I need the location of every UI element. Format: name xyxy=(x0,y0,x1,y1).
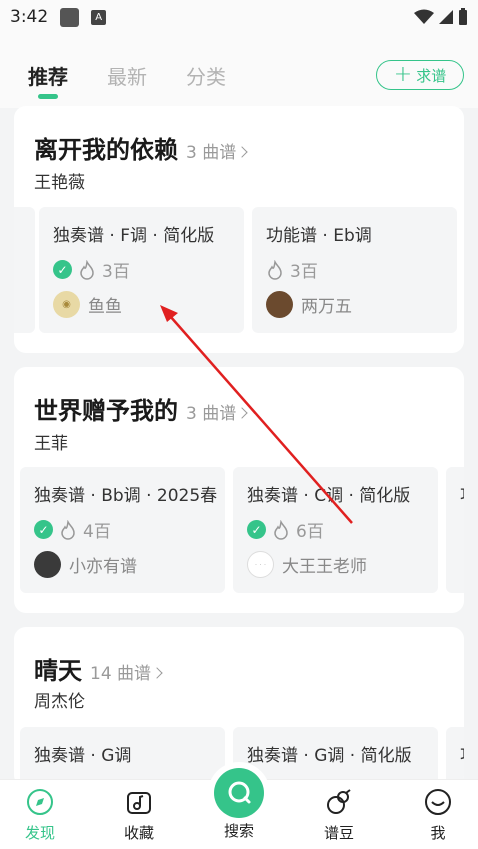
nav-discover[interactable]: 发现 xyxy=(10,788,70,843)
sheet-heat: 3百 xyxy=(102,262,130,282)
sheet-card[interactable] xyxy=(14,207,35,333)
battery-icon xyxy=(459,8,467,25)
sheet-author[interactable]: 两万五 xyxy=(266,291,352,318)
sheet-author[interactable]: · · · 大王王老师 xyxy=(247,551,367,578)
song-artist: 王艳薇 xyxy=(34,173,85,193)
wifi-icon xyxy=(414,9,434,24)
smile-icon xyxy=(425,789,451,815)
music-note-icon xyxy=(127,792,151,814)
nav-label: 谱豆 xyxy=(323,824,354,842)
chevron-right-icon xyxy=(151,667,163,679)
status-indicators xyxy=(414,8,468,26)
sheet-card[interactable]: 功 xyxy=(446,467,464,593)
song-title[interactable]: 晴天 14 曲谱 xyxy=(34,651,163,686)
song-title[interactable]: 离开我的依赖 3 曲谱 xyxy=(34,130,248,165)
sheet-count: 3 曲谱 xyxy=(186,143,237,163)
author-name: 鱼鱼 xyxy=(88,297,122,317)
nav-me[interactable]: 我 xyxy=(408,788,468,843)
avatar: · · · xyxy=(247,551,274,578)
sheet-meta: ✓ 3百 xyxy=(53,257,130,282)
song-title-text: 离开我的依赖 xyxy=(34,136,178,164)
avatar xyxy=(266,291,293,318)
chevron-right-icon xyxy=(236,146,248,158)
signal-icon xyxy=(439,10,453,24)
verified-check-icon: ✓ xyxy=(53,260,72,279)
sheet-card[interactable]: 功能谱 · Eb调 3百 两万五 xyxy=(252,207,457,333)
tab-category[interactable]: 分类 xyxy=(186,61,226,90)
song-card[interactable]: 离开我的依赖 3 曲谱 王艳薇 独奏谱 · F调 · 简化版 ✓ 3百 ◉ 鱼鱼 … xyxy=(14,106,464,353)
song-artist: 周杰伦 xyxy=(34,692,85,712)
song-artist: 王菲 xyxy=(34,434,68,454)
verified-check-icon: ✓ xyxy=(34,520,53,539)
sheet-title: 功能谱 · Eb调 xyxy=(266,226,372,246)
song-card[interactable]: 晴天 14 曲谱 周杰伦 独奏谱 · G调 独奏谱 · G调 · 简化版 功 xyxy=(14,627,464,787)
nav-label-search: 搜索 xyxy=(223,822,254,840)
app-notification-icon: A xyxy=(91,9,107,25)
top-tab-bar: 推荐 最新 分类 + 求谱 xyxy=(0,34,478,108)
verified-check-icon: ✓ xyxy=(247,520,266,539)
author-name: 小亦有谱 xyxy=(69,557,137,577)
sheet-card[interactable]: 独奏谱 · G调 · 简化版 xyxy=(233,727,438,787)
flame-icon xyxy=(80,259,94,280)
tab-recommended[interactable]: 推荐 xyxy=(28,61,68,90)
sheet-title: 独奏谱 · F调 · 简化版 xyxy=(53,226,215,246)
nav-label: 我 xyxy=(430,824,446,842)
nav-label: 发现 xyxy=(24,824,55,842)
search-button[interactable] xyxy=(214,768,264,818)
notification-icon xyxy=(60,7,80,27)
chevron-right-icon xyxy=(236,407,248,419)
sheet-author[interactable]: ◉ 鱼鱼 xyxy=(53,291,122,318)
flame-icon xyxy=(268,259,282,280)
sheet-card[interactable]: 独奏谱 · C调 · 简化版 ✓ 6百 · · · 大王王老师 xyxy=(233,467,438,593)
status-time: 3:42 xyxy=(10,7,49,27)
flame-icon xyxy=(274,519,288,540)
sheet-heat: 4百 xyxy=(83,522,111,542)
author-name: 大王王老师 xyxy=(282,557,367,577)
request-sheet-button[interactable]: + 求谱 xyxy=(376,60,464,90)
sheet-card[interactable]: 功 xyxy=(446,727,464,787)
song-card[interactable]: 世界赠予我的 3 曲谱 王菲 独奏谱 · Bb调 · 2025春 ✓ 4百 小亦有… xyxy=(14,367,464,613)
sheet-meta: ✓ 6百 xyxy=(247,517,324,542)
song-title-text: 晴天 xyxy=(34,657,82,685)
bean-icon xyxy=(327,789,351,814)
nav-favorites[interactable]: 收藏 xyxy=(109,788,169,843)
sheet-heat: 6百 xyxy=(296,522,324,542)
sheet-card[interactable]: 独奏谱 · F调 · 简化版 ✓ 3百 ◉ 鱼鱼 xyxy=(39,207,244,333)
sheet-title: 独奏谱 · G调 · 简化版 xyxy=(247,746,412,766)
plus-icon: + xyxy=(393,62,413,87)
sheet-meta: 3百 xyxy=(266,257,318,282)
sheet-card[interactable]: 独奏谱 · Bb调 · 2025春 ✓ 4百 小亦有谱 xyxy=(20,467,225,593)
sheet-title: 功 xyxy=(460,741,464,766)
avatar xyxy=(34,551,61,578)
author-name: 两万五 xyxy=(301,297,352,317)
request-sheet-label: 求谱 xyxy=(416,66,447,85)
sheet-title: 功 xyxy=(460,481,464,506)
sheet-count: 3 曲谱 xyxy=(186,404,237,424)
compass-icon xyxy=(27,789,53,815)
sheet-meta: ✓ 4百 xyxy=(34,517,111,542)
nav-beans[interactable]: 谱豆 xyxy=(309,788,369,843)
sheet-title: 独奏谱 · G调 xyxy=(34,746,132,766)
sheet-card[interactable]: 独奏谱 · G调 xyxy=(20,727,225,787)
song-title[interactable]: 世界赠予我的 3 曲谱 xyxy=(34,391,248,426)
flame-icon xyxy=(61,519,75,540)
active-tab-indicator xyxy=(38,94,58,99)
search-icon xyxy=(228,781,251,804)
sheet-heat: 3百 xyxy=(290,262,318,282)
tab-latest[interactable]: 最新 xyxy=(107,61,147,90)
sheet-title: 独奏谱 · Bb调 · 2025春 xyxy=(34,486,218,506)
avatar: ◉ xyxy=(53,291,80,318)
sheet-title: 独奏谱 · C调 · 简化版 xyxy=(247,486,411,506)
nav-label: 收藏 xyxy=(123,824,154,842)
sheet-count: 14 曲谱 xyxy=(90,664,152,684)
status-bar: 3:42 A xyxy=(0,0,478,34)
song-title-text: 世界赠予我的 xyxy=(34,397,178,425)
sheet-author[interactable]: 小亦有谱 xyxy=(34,551,137,578)
